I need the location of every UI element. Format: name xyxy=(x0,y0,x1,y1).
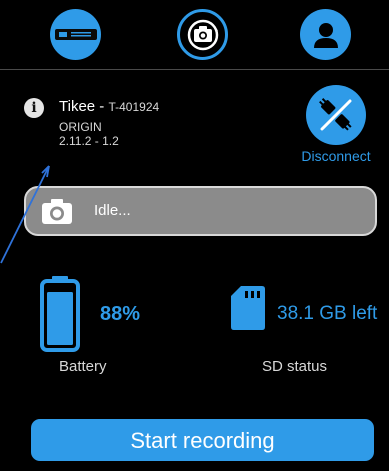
device-name: Tikee xyxy=(59,98,96,115)
battery-percentage: 88% xyxy=(100,303,141,325)
plug-disconnect-icon[interactable] xyxy=(306,85,366,145)
device-title: Tikee - T-401924 xyxy=(59,98,159,115)
battery-label: Battery xyxy=(59,358,107,375)
start-recording-button[interactable]: Start recording xyxy=(31,419,374,461)
status-bar: Idle... xyxy=(24,186,377,236)
sd-card-icon xyxy=(231,286,265,330)
disconnect-label: Disconnect xyxy=(301,148,371,164)
top-navigation xyxy=(0,0,389,68)
device-id: T-401924 xyxy=(108,100,160,114)
device-origin: ORIGIN xyxy=(59,120,102,134)
device-separator: - xyxy=(95,98,109,115)
camera-tab[interactable] xyxy=(177,9,228,60)
user-icon xyxy=(313,22,338,48)
device-info: i Tikee - T-401924 ORIGIN 2.11.2 - 1.2 xyxy=(24,98,274,158)
disconnect-button[interactable]: Disconnect xyxy=(293,85,379,167)
device-tab[interactable] xyxy=(50,9,101,60)
sd-status-label: SD status xyxy=(262,358,328,375)
device-version: 2.11.2 - 1.2 xyxy=(59,134,119,148)
info-icon[interactable]: i xyxy=(24,98,44,118)
profile-tab[interactable] xyxy=(300,9,351,60)
camera-switch-icon xyxy=(187,19,218,50)
nav-divider xyxy=(0,69,389,70)
device-icon xyxy=(54,28,97,40)
sd-space-left: 38.1 GB left xyxy=(277,303,378,324)
app-screen: i Tikee - T-401924 ORIGIN 2.11.2 - 1.2 D… xyxy=(0,0,389,471)
status-text: Idle... xyxy=(94,202,131,219)
battery-icon xyxy=(40,276,80,352)
camera-icon xyxy=(42,199,72,224)
